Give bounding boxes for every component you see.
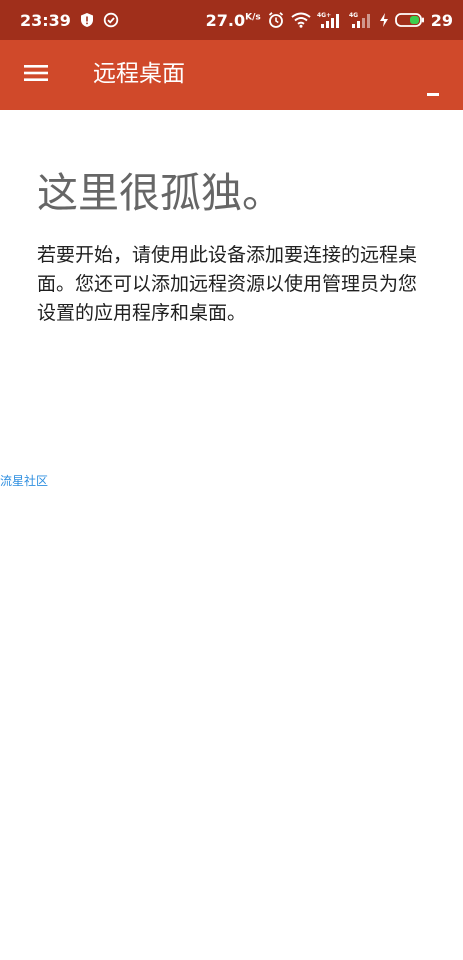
signal-icon: 4G [349,11,373,29]
charging-icon [379,12,389,28]
battery-icon [394,12,425,28]
app-title: 远程桌面 [93,61,185,87]
app-bar: 远程桌面 [0,40,463,110]
empty-state-title: 这里很孤独。 [37,169,283,217]
empty-state-description: 若要开始，请使用此设备添加要连接的远程桌面。您还可以添加远程资源以使用管理员为您… [37,244,418,324]
menu-button[interactable] [16,59,56,91]
watermark: 流星社区 [0,474,49,488]
shield-icon [79,12,95,28]
status-bar: 23:39 27.0K/s 4G+ 4G 29 [0,0,463,40]
alarm-icon [267,11,285,29]
network-speed-value: 27.0 [205,10,246,30]
network-speed: 27.0K/s [206,11,261,30]
hamburger-menu-icon [23,63,49,87]
minimize-button[interactable] [425,84,441,98]
empty-state: 这里很孤独。 若要开始，请使用此设备添加要连接的远程桌面。您还可以添加远程资源以… [37,165,437,328]
battery-percent: 29 [430,10,453,30]
check-circle-icon [103,12,119,28]
wifi-icon [291,12,311,28]
minimize-icon [427,93,439,96]
signal-tag-2: 4G [349,12,358,19]
signal-tag-1: 4G+ [317,12,331,19]
signal-icon: 4G+ [317,11,343,29]
network-speed-unit: K/s [245,12,261,23]
status-time: 23:39 [20,10,71,30]
